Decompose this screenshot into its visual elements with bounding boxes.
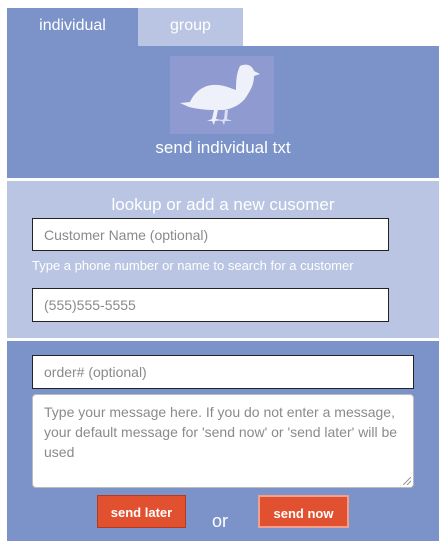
pigeon-icon <box>170 56 274 134</box>
tab-individual[interactable]: individual <box>7 8 138 46</box>
message-placeholder: Type your message here. If you do not en… <box>44 404 398 460</box>
message-textarea[interactable]: Type your message here. If you do not en… <box>32 394 414 488</box>
or-label: or <box>212 511 229 531</box>
tab-bar: individual group <box>7 8 439 46</box>
send-now-button[interactable]: send now <box>258 495 349 528</box>
pigeon-icon-graphic <box>180 64 260 125</box>
phone-input[interactable]: (555)555-5555 <box>32 288 389 322</box>
lookup-title: lookup or add a new cusomer <box>111 195 335 214</box>
customer-panel: lookup or add a new cusomer Customer Nam… <box>7 181 439 338</box>
customer-name-input[interactable]: Customer Name (optional) <box>32 218 389 251</box>
resize-handle-icon[interactable] <box>403 477 411 485</box>
tab-group[interactable]: group <box>138 8 243 46</box>
send-individual-title: send individual txt <box>155 138 291 157</box>
customer-search-hint: Type a phone number or name to search fo… <box>32 258 354 273</box>
message-panel: order# (optional) Type your message here… <box>7 341 439 541</box>
order-number-input[interactable]: order# (optional) <box>32 355 414 389</box>
send-later-button[interactable]: send later <box>97 495 186 528</box>
header-panel: send individual txt <box>7 46 439 178</box>
